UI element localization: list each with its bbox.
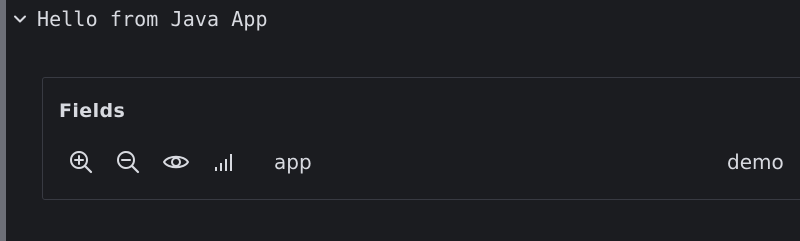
field-key: app [274, 150, 312, 174]
log-row[interactable]: Hello from Java App [12, 0, 268, 38]
zoom-out-icon[interactable] [114, 148, 142, 176]
field-value: demo [727, 150, 784, 174]
log-message: Hello from Java App [37, 7, 268, 31]
field-row: app demo [43, 140, 800, 180]
chevron-down-icon[interactable] [12, 11, 28, 27]
eye-icon[interactable] [162, 148, 190, 176]
log-level-bar [0, 0, 6, 241]
log-details-panel: Fields app demo [42, 77, 800, 200]
bar-chart-icon[interactable] [209, 148, 237, 176]
fields-heading: Fields [59, 100, 126, 122]
zoom-in-icon[interactable] [67, 148, 95, 176]
